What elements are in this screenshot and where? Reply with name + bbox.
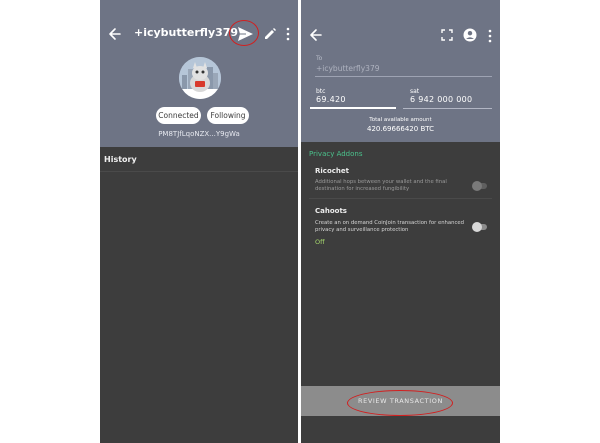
account-circle-icon[interactable]: [463, 28, 477, 42]
total-available-label: Total available amount: [369, 117, 432, 123]
connected-button[interactable]: Connected: [156, 107, 201, 124]
privacy-addons-heading: Privacy Addons: [309, 150, 363, 158]
sat-label: sat: [410, 88, 420, 95]
history-heading: History: [104, 155, 137, 164]
to-label: To: [316, 55, 323, 62]
more-vert-icon[interactable]: [486, 28, 494, 44]
back-arrow-icon[interactable]: [108, 25, 122, 43]
cahoots-toggle[interactable]: [472, 222, 487, 232]
following-button[interactable]: Following: [207, 107, 249, 124]
cahoots-status: Off: [315, 238, 325, 246]
cahoots-description: Create an on demand CoinJoin transaction…: [315, 220, 465, 233]
history-divider: [100, 171, 298, 172]
send-highlight-circle: [229, 20, 259, 46]
ricochet-divider: [309, 198, 492, 199]
ricochet-title: Ricochet: [315, 167, 349, 175]
total-available-value: 420.69666420 BTC: [367, 125, 434, 133]
btc-field-underline: [310, 107, 396, 109]
to-field[interactable]: +icybutterfly379: [316, 64, 380, 73]
cahoots-toggle-knob: [472, 222, 482, 232]
toolbar: +icybutterfly379: [100, 20, 298, 48]
review-highlight-ellipse: [347, 390, 453, 416]
send-screen: To +icybutterfly379 btc 69.420 sat 6 942…: [301, 0, 500, 443]
fullscreen-icon[interactable]: [441, 29, 453, 41]
ricochet-toggle-knob: [472, 181, 482, 191]
btc-label: btc: [316, 88, 326, 95]
sat-field-underline: [403, 108, 492, 109]
btc-amount-field[interactable]: 69.420: [316, 95, 346, 104]
more-vert-icon[interactable]: [284, 26, 292, 42]
ricochet-description: Additional hops between your wallet and …: [315, 179, 447, 192]
profile-title: +icybutterfly379: [134, 26, 239, 39]
ricochet-toggle[interactable]: [472, 181, 487, 191]
sat-amount-field[interactable]: 6 942 000 000: [410, 95, 472, 104]
cahoots-title: Cahoots: [315, 207, 347, 215]
to-field-underline: [315, 76, 492, 77]
paynym-avatar: [179, 57, 221, 99]
payment-code[interactable]: PM8TJfLqoNZX...Y9gWa: [100, 130, 298, 138]
paynym-profile-screen: +icybutterfly379 Connected Following PM8…: [100, 0, 298, 443]
back-arrow-icon[interactable]: [309, 26, 323, 44]
profile-header: +icybutterfly379 Connected Following PM8…: [100, 0, 298, 147]
send-header: To +icybutterfly379 btc 69.420 sat 6 942…: [301, 0, 500, 142]
edit-icon[interactable]: [263, 26, 277, 42]
